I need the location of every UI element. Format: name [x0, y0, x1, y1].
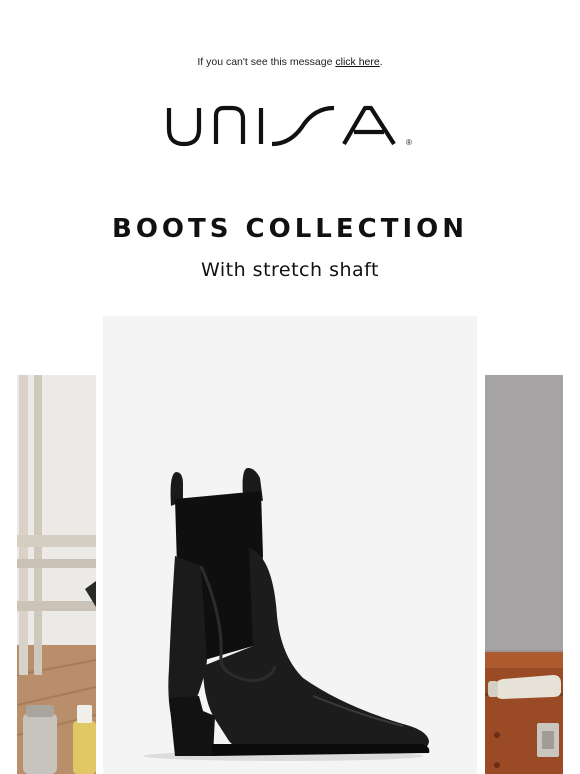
preheader-suffix: . [379, 56, 383, 68]
preheader: If you can't see this message click here… [0, 56, 580, 68]
preheader-text: If you can't see this message [197, 56, 336, 68]
collection-subtitle: With stretch shaft [201, 259, 379, 281]
carousel-slide-main[interactable] [103, 316, 477, 774]
easel-image-icon [17, 375, 96, 774]
unisa-logo-icon: ® [166, 105, 412, 147]
product-carousel[interactable] [0, 316, 580, 774]
case-image-icon [485, 375, 563, 774]
carousel-slide-right[interactable] [485, 375, 563, 774]
brand-logo[interactable]: UNISA ® [162, 96, 418, 152]
view-in-browser-link[interactable]: click here [335, 56, 379, 68]
carousel-slide-left[interactable] [17, 375, 96, 774]
registered-mark: ® [406, 138, 412, 147]
collection-title: BOOTS COLLECTION [112, 214, 468, 244]
black-chelsea-boot-image-icon [143, 468, 430, 761]
